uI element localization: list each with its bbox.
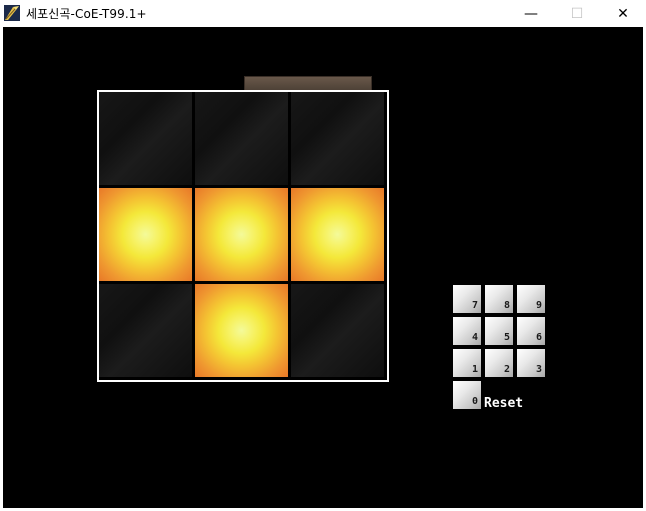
grid-tile-r2-c2[interactable]: [195, 188, 288, 281]
grid-tile-r3-c3[interactable]: [291, 284, 384, 377]
grid-tile-r1-c3[interactable]: [291, 92, 384, 185]
reset-label[interactable]: Reset: [484, 396, 523, 411]
numeric-keypad: Reset 7 8 9 4 5 6 1 2 3 0: [453, 285, 553, 415]
minimize-button[interactable]: —: [508, 0, 554, 27]
key-0-button[interactable]: 0: [453, 381, 481, 409]
window-title: 세포신곡-CoE-T99.1+: [26, 7, 147, 21]
key-label: 4: [471, 332, 478, 343]
grid-tile-r2-c1[interactable]: [99, 188, 192, 281]
title-bar[interactable]: 세포신곡-CoE-T99.1+ — ☐ ✕: [0, 0, 646, 27]
key-3-button[interactable]: 3: [517, 349, 545, 377]
key-label: 6: [535, 332, 542, 343]
grid-tile-r3-c2[interactable]: [195, 284, 288, 377]
key-label: 2: [503, 364, 510, 375]
key-1-button[interactable]: 1: [453, 349, 481, 377]
key-label: 0: [471, 396, 478, 407]
key-5-button[interactable]: 5: [485, 317, 513, 345]
close-icon: ✕: [617, 5, 629, 22]
key-6-button[interactable]: 6: [517, 317, 545, 345]
minimize-icon: —: [524, 5, 538, 22]
key-label: 5: [503, 332, 510, 343]
key-4-button[interactable]: 4: [453, 317, 481, 345]
app-icon: [4, 5, 20, 21]
key-9-button[interactable]: 9: [517, 285, 545, 313]
maximize-icon: ☐: [570, 5, 584, 22]
key-label: 8: [503, 300, 510, 311]
light-grid-board[interactable]: [97, 90, 389, 382]
grid-tile-r2-c3[interactable]: [291, 188, 384, 281]
game-canvas[interactable]: Reset 7 8 9 4 5 6 1 2 3 0: [3, 27, 643, 508]
key-label: 9: [535, 300, 542, 311]
grid-tile-r1-c2[interactable]: [195, 92, 288, 185]
app-window: 세포신곡-CoE-T99.1+ — ☐ ✕ Reset 7 8 9 4 5 6 1 2 3 0: [0, 0, 646, 511]
key-label: 7: [471, 300, 478, 311]
close-button[interactable]: ✕: [600, 0, 646, 27]
grid-tile-r3-c1[interactable]: [99, 284, 192, 377]
key-2-button[interactable]: 2: [485, 349, 513, 377]
grid-tile-r1-c1[interactable]: [99, 92, 192, 185]
key-label: 1: [471, 364, 478, 375]
maximize-button[interactable]: ☐: [554, 0, 600, 27]
key-7-button[interactable]: 7: [453, 285, 481, 313]
key-label: 3: [535, 364, 542, 375]
key-8-button[interactable]: 8: [485, 285, 513, 313]
